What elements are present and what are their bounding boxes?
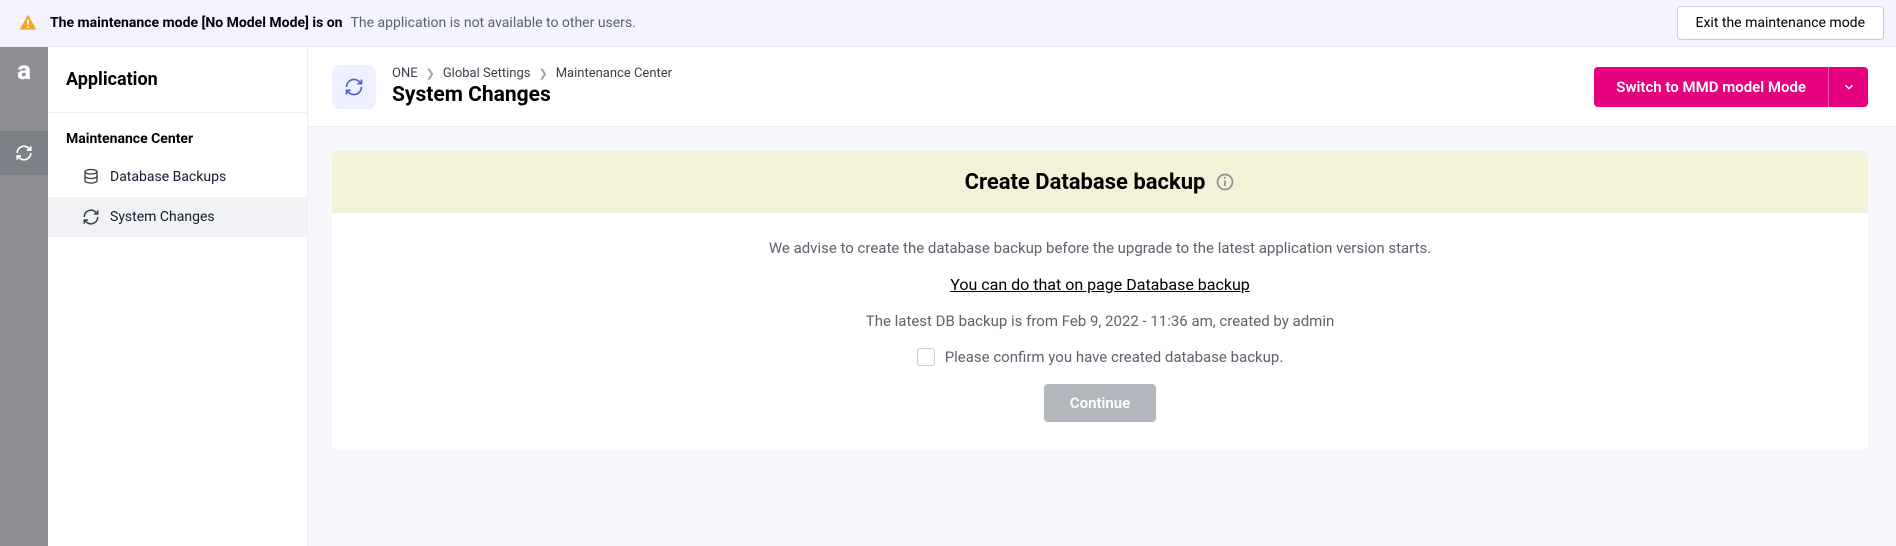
maintenance-banner: The maintenance mode [No Model Mode] is … <box>0 0 1896 47</box>
main-area: ONE ❯ Global Settings ❯ Maintenance Cent… <box>308 47 1896 546</box>
database-icon <box>82 168 100 186</box>
switch-mode-group: Switch to MMD model Mode <box>1594 67 1868 107</box>
sidebar-section-label: Maintenance Center <box>48 113 307 157</box>
banner-light-text: The application is not available to othe… <box>351 15 636 31</box>
breadcrumb-mc[interactable]: Maintenance Center <box>556 66 672 81</box>
backup-advice-text: We advise to create the database backup … <box>769 239 1431 257</box>
refresh-icon <box>15 144 33 162</box>
database-backup-link[interactable]: You can do that on page Database backup <box>950 275 1250 294</box>
confirm-backup-label[interactable]: Please confirm you have created database… <box>945 348 1284 366</box>
banner-strong-text: The maintenance mode [No Model Mode] is … <box>50 15 343 31</box>
chevron-right-icon: ❯ <box>538 67 547 80</box>
info-icon[interactable] <box>1215 172 1235 192</box>
chevron-right-icon: ❯ <box>426 67 435 80</box>
page-title: System Changes <box>392 83 672 107</box>
page-icon-box <box>332 65 376 109</box>
exit-maintenance-button[interactable]: Exit the maintenance mode <box>1677 6 1884 40</box>
sidebar-item-label: System Changes <box>110 209 215 225</box>
sidebar-item-system-changes[interactable]: System Changes <box>48 197 307 237</box>
warning-icon <box>18 13 38 33</box>
main-header: ONE ❯ Global Settings ❯ Maintenance Cent… <box>308 47 1896 127</box>
app-logo[interactable]: a <box>0 47 48 95</box>
breadcrumb-global[interactable]: Global Settings <box>443 66 531 81</box>
confirm-backup-checkbox[interactable] <box>917 348 935 366</box>
sidebar-item-label: Database Backups <box>110 169 226 185</box>
switch-mode-button[interactable]: Switch to MMD model Mode <box>1594 67 1828 107</box>
breadcrumb-one[interactable]: ONE <box>392 66 418 81</box>
sidebar: Application Maintenance Center Database … <box>48 47 308 546</box>
breadcrumb: ONE ❯ Global Settings ❯ Maintenance Cent… <box>392 66 672 81</box>
latest-backup-text: The latest DB backup is from Feb 9, 2022… <box>866 312 1335 330</box>
left-rail: a <box>0 47 48 546</box>
main-content: Create Database backup We advise to crea… <box>308 127 1896 546</box>
refresh-icon <box>344 77 364 97</box>
create-backup-card: Create Database backup We advise to crea… <box>332 151 1868 450</box>
continue-button[interactable]: Continue <box>1044 384 1156 422</box>
card-title: Create Database backup <box>965 170 1206 195</box>
sidebar-item-database-backups[interactable]: Database Backups <box>48 157 307 197</box>
rail-maintenance-button[interactable] <box>0 131 48 175</box>
chevron-down-icon <box>1842 80 1856 94</box>
switch-mode-dropdown[interactable] <box>1828 67 1868 107</box>
refresh-icon <box>82 208 100 226</box>
sidebar-title: Application <box>48 47 307 113</box>
card-header: Create Database backup <box>332 151 1868 213</box>
